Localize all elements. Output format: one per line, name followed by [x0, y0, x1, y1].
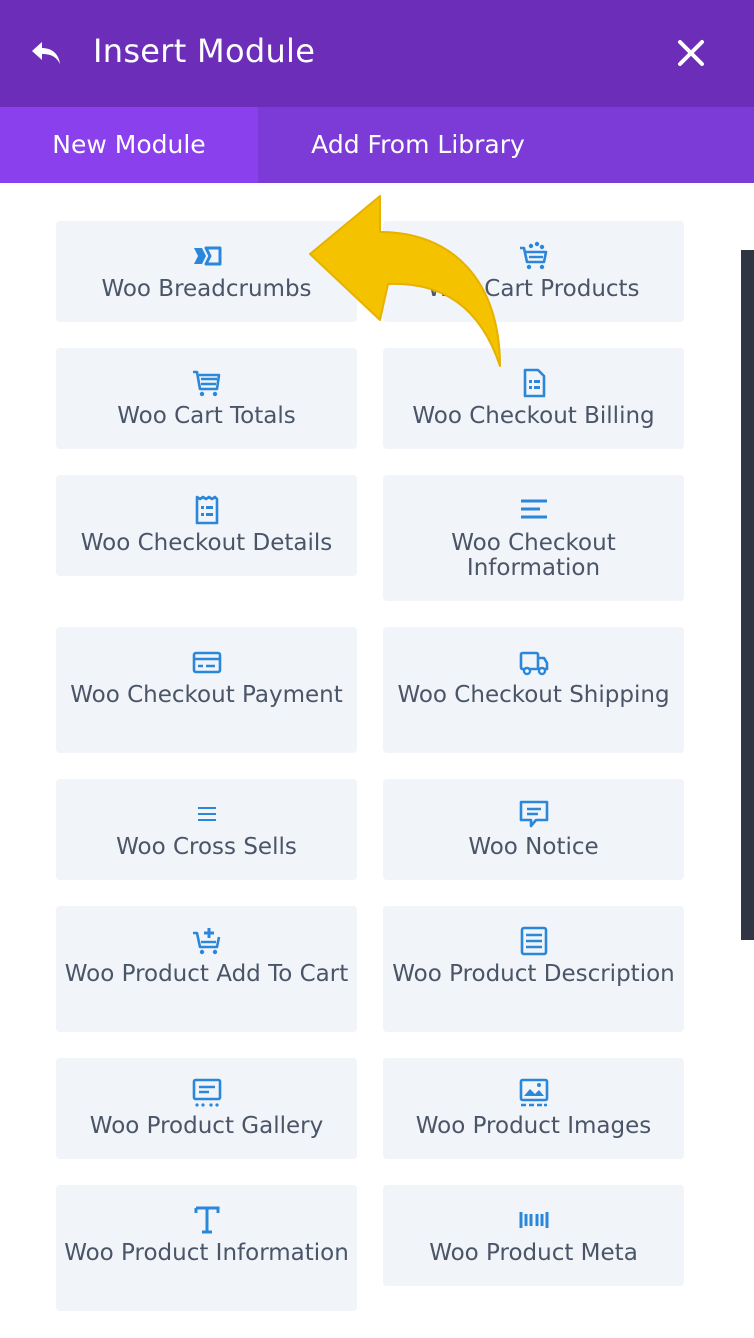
undo-arrow-icon	[32, 42, 60, 64]
notice-icon	[519, 800, 548, 828]
module-card-woo-notice[interactable]: Woo Notice	[383, 779, 684, 880]
module-card-woo-cart-products[interactable]: Woo Cart Products	[383, 221, 684, 322]
add-to-cart-icon	[192, 928, 220, 955]
module-label: Woo Cart Totals	[117, 403, 296, 429]
product-information-icon	[194, 1206, 219, 1234]
tab-bar: New Module Add From Library	[0, 107, 754, 183]
modal-title: Insert Module	[93, 32, 316, 70]
product-gallery-icon	[192, 1078, 221, 1107]
module-card-woo-product-images[interactable]: Woo Product Images	[383, 1058, 684, 1159]
cart-products-icon	[519, 241, 547, 270]
module-card-woo-product-gallery[interactable]: Woo Product Gallery	[56, 1058, 357, 1159]
module-label: Woo Product Description	[392, 961, 675, 987]
module-card-woo-product-meta[interactable]: Woo Product Meta	[383, 1185, 684, 1286]
close-button[interactable]	[676, 38, 706, 68]
tab-new-module[interactable]: New Module	[0, 107, 258, 183]
module-label: Woo Breadcrumbs	[101, 276, 312, 302]
module-label: Woo Product Images	[415, 1113, 652, 1139]
module-label: Woo Checkout Information	[451, 530, 616, 581]
checkout-information-icon	[520, 499, 547, 519]
module-label: Woo Product Add To Cart	[64, 961, 349, 987]
module-label: Woo Checkout Shipping	[397, 682, 670, 708]
module-card-woo-product-description[interactable]: Woo Product Description	[383, 906, 684, 1032]
back-button[interactable]	[28, 34, 66, 72]
product-meta-icon	[519, 1212, 548, 1228]
module-label: Woo Checkout Payment	[70, 682, 343, 708]
scrollbar[interactable]	[741, 250, 754, 940]
module-card-woo-checkout-billing[interactable]: Woo Checkout Billing	[383, 348, 684, 449]
module-label: Woo Cart Products	[427, 276, 640, 302]
product-description-icon	[520, 926, 547, 956]
cross-sells-icon	[197, 807, 216, 821]
module-card-woo-checkout-information[interactable]: Woo Checkout Information	[383, 475, 684, 601]
module-label: Woo Checkout Details	[80, 530, 333, 556]
modal-header: Insert Module	[0, 0, 754, 107]
module-card-woo-cross-sells[interactable]: Woo Cross Sells	[56, 779, 357, 880]
breadcrumbs-icon	[193, 246, 221, 266]
checkout-shipping-icon	[519, 651, 548, 676]
module-label: Woo Checkout Billing	[412, 403, 655, 429]
module-label: Woo Product Information	[64, 1240, 349, 1266]
module-label: Woo Product Meta	[429, 1240, 638, 1266]
module-card-woo-product-add-to-cart[interactable]: Woo Product Add To Cart	[56, 906, 357, 1032]
close-icon	[678, 40, 704, 66]
product-images-icon	[519, 1078, 548, 1107]
module-card-woo-breadcrumbs[interactable]: Woo Breadcrumbs	[56, 221, 357, 322]
checkout-payment-icon	[192, 651, 221, 674]
tab-add-from-library[interactable]: Add From Library	[258, 107, 578, 183]
module-label: Woo Cross Sells	[116, 834, 297, 860]
module-label: Woo Product Gallery	[89, 1113, 324, 1139]
module-card-woo-cart-totals[interactable]: Woo Cart Totals	[56, 348, 357, 449]
module-card-woo-product-information[interactable]: Woo Product Information	[56, 1185, 357, 1311]
module-card-woo-checkout-shipping[interactable]: Woo Checkout Shipping	[383, 627, 684, 753]
module-label: Woo Notice	[468, 834, 599, 860]
module-card-woo-checkout-details[interactable]: Woo Checkout Details	[56, 475, 357, 576]
module-card-woo-checkout-payment[interactable]: Woo Checkout Payment	[56, 627, 357, 753]
checkout-billing-icon	[523, 368, 545, 398]
checkout-details-icon	[195, 495, 218, 525]
cart-totals-icon	[192, 370, 220, 397]
